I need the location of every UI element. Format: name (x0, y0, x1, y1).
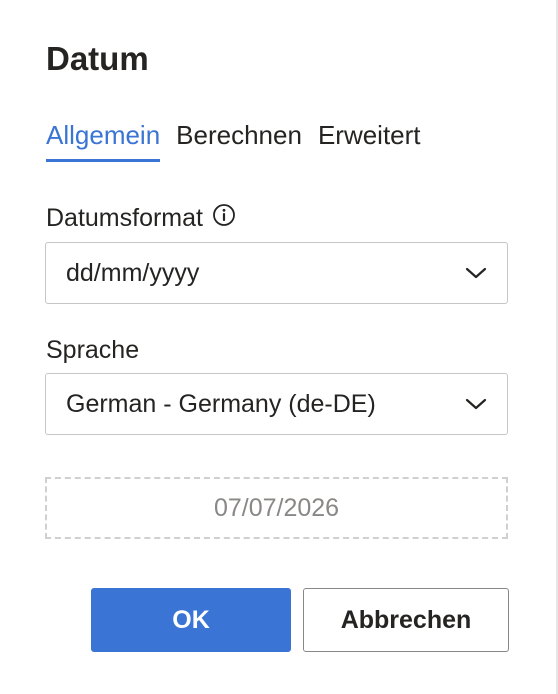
language-value: German - Germany (de-DE) (66, 389, 376, 418)
language-select[interactable]: German - Germany (de-DE) (45, 373, 508, 435)
language-label: Sprache (46, 336, 140, 364)
date-dialog: Datum Allgemein Berechnen Erweitert Datu… (0, 0, 558, 694)
ok-button[interactable]: OK (91, 588, 291, 652)
tab-erweitert[interactable]: Erweitert (318, 116, 421, 162)
date-format-value: dd/mm/yyyy (66, 258, 200, 287)
cancel-button[interactable]: Abbrechen (303, 588, 509, 652)
date-format-select[interactable]: dd/mm/yyyy (45, 242, 508, 304)
date-format-label: Datumsformat (46, 204, 203, 232)
chevron-down-icon (465, 267, 487, 279)
tab-berechnen[interactable]: Berechnen (176, 116, 302, 162)
date-format-label-row: Datumsformat (46, 201, 236, 235)
date-preview: 07/07/2026 (45, 477, 508, 539)
tab-bar: Allgemein Berechnen Erweitert (46, 116, 437, 162)
date-preview-value: 07/07/2026 (213, 493, 340, 522)
tab-allgemein[interactable]: Allgemein (46, 116, 161, 162)
dialog-title: Datum (46, 40, 149, 77)
info-icon[interactable] (212, 203, 236, 227)
chevron-down-icon (465, 398, 487, 410)
language-label-row: Sprache (46, 333, 139, 367)
